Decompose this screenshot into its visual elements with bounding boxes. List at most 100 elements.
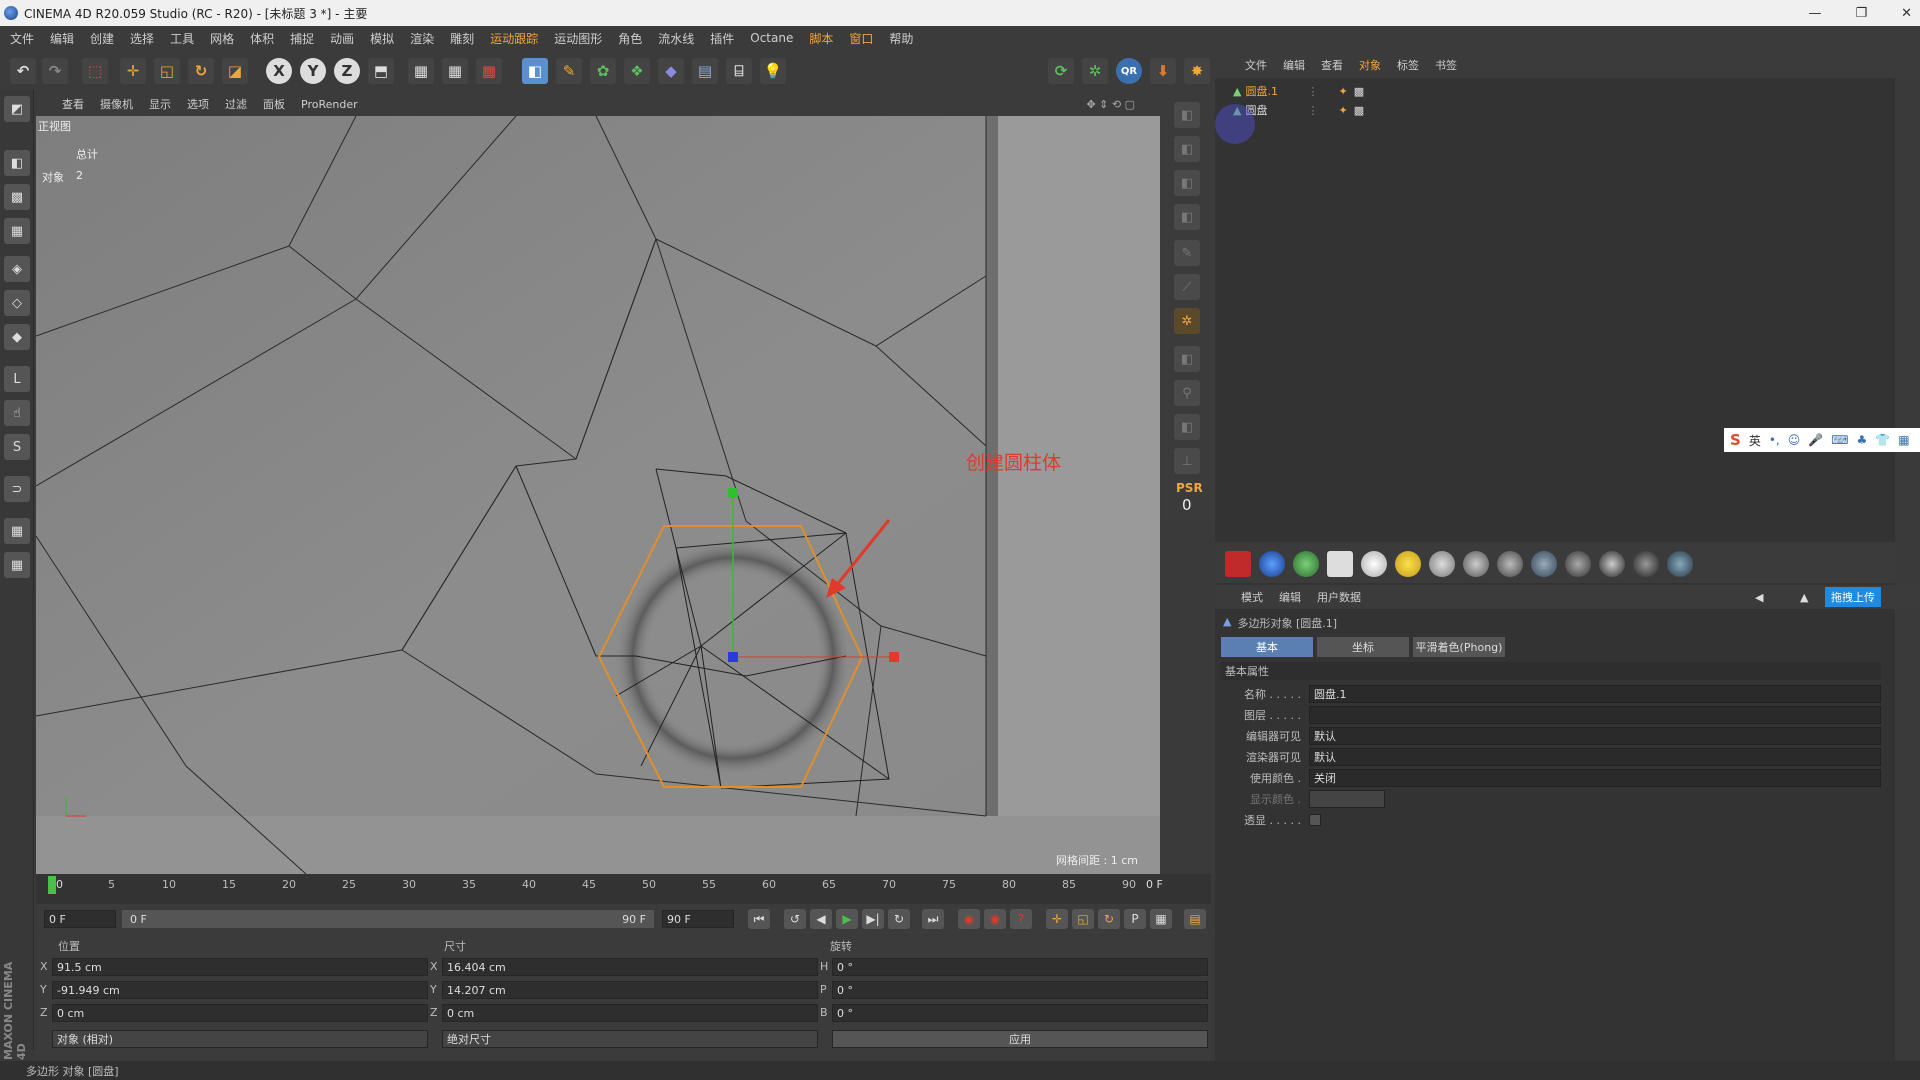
octane-target-icon[interactable] <box>1361 551 1387 577</box>
maximize-button[interactable]: ❐ <box>1855 6 1867 21</box>
magnet-icon[interactable]: ⊃ <box>4 476 30 502</box>
viewport-nav-icons[interactable]: ✥ ⇕ ⟲ ▢ <box>1086 98 1135 111</box>
material-metal-icon[interactable] <box>1531 551 1557 577</box>
attr-menu-userdata[interactable]: 用户数据 <box>1317 589 1361 605</box>
back-arrow-icon[interactable]: ◀ <box>1755 591 1763 604</box>
om-menu-view[interactable]: 查看 <box>1321 57 1343 73</box>
key-position-icon[interactable]: ✛ <box>1046 909 1068 929</box>
rotation-b-field[interactable]: 0 ° <box>832 1004 1208 1022</box>
size-y-field[interactable]: 14.207 cm <box>442 981 818 999</box>
menu-render[interactable]: 渲染 <box>410 30 434 47</box>
om-menu-edit[interactable]: 编辑 <box>1283 57 1305 73</box>
download-icon[interactable]: ⬇ <box>1150 58 1176 84</box>
next-key-icon[interactable]: ▶| <box>862 909 884 929</box>
menu-plugins[interactable]: 插件 <box>710 30 734 47</box>
texture-mode-icon[interactable]: ▩ <box>4 184 30 210</box>
model-mode-icon[interactable]: ◧ <box>4 150 30 176</box>
xray-checkbox[interactable] <box>1309 814 1321 826</box>
menu-simulate[interactable]: 模拟 <box>370 30 394 47</box>
menu-tools[interactable]: 工具 <box>170 30 194 47</box>
axis-mode-icon[interactable]: L <box>4 366 30 392</box>
menu-edit[interactable]: 编辑 <box>50 30 74 47</box>
go-to-start-icon[interactable]: ⏮ <box>748 909 770 929</box>
start-frame-field[interactable]: 0 F <box>44 910 116 928</box>
material-tag-icon[interactable]: ▩ <box>1354 104 1364 117</box>
editor-visible-select[interactable]: 默认 <box>1309 727 1881 745</box>
tweak-mode-icon[interactable]: ☝ <box>4 400 30 426</box>
key-parameter-icon[interactable]: P <box>1124 909 1146 929</box>
upload-button[interactable]: 拖拽上传 <box>1825 587 1881 607</box>
palette-brush-icon[interactable]: ✎ <box>1174 240 1200 266</box>
material-tag-icon[interactable]: ▩ <box>1354 85 1364 98</box>
apply-button[interactable]: 应用 <box>832 1030 1208 1048</box>
material-glossy-icon[interactable] <box>1463 551 1489 577</box>
visibility-dots-icon[interactable]: ⋮ <box>1307 85 1318 98</box>
material-universal-icon[interactable] <box>1667 551 1693 577</box>
ime-mic-icon[interactable]: 🎤 <box>1808 433 1823 447</box>
material-toon-icon[interactable] <box>1565 551 1591 577</box>
menu-help[interactable]: 帮助 <box>889 30 913 47</box>
sogou-icon[interactable]: S <box>1730 431 1741 449</box>
viewport-menu-filter[interactable]: 过滤 <box>225 96 247 112</box>
keyframe-selection-icon[interactable]: ? <box>1010 909 1032 929</box>
size-mode-select[interactable]: 绝对尺寸 <box>442 1030 818 1048</box>
end-frame-field[interactable]: 90 F <box>662 910 734 928</box>
object-mode-select[interactable]: 对象 (相对) <box>52 1030 428 1048</box>
viewport-menu-prorender[interactable]: ProRender <box>301 98 358 111</box>
ime-language[interactable]: 英 <box>1749 432 1761 449</box>
menu-script[interactable]: 脚本 <box>809 30 833 47</box>
size-z-field[interactable]: 0 cm <box>442 1004 818 1022</box>
viewport[interactable]: 正视图 总计 对象 2 创建圆柱体 网格间距 : 1 cm <box>36 116 1160 874</box>
viewport-menu-view[interactable]: 查看 <box>62 96 84 112</box>
key-pla-icon[interactable]: ▦ <box>1150 909 1172 929</box>
size-x-field[interactable]: 16.404 cm <box>442 958 818 976</box>
auto-key-icon[interactable]: ◉ <box>984 909 1006 929</box>
deformer-icon[interactable]: ◆ <box>658 58 684 84</box>
palette-cube-icon[interactable]: ◧ <box>1174 102 1200 128</box>
menu-octane[interactable]: Octane <box>750 31 793 45</box>
menu-snap[interactable]: 捕捉 <box>290 30 314 47</box>
position-y-field[interactable]: -91.949 cm <box>52 981 428 999</box>
phong-tag-icon[interactable]: ✦ <box>1338 104 1347 117</box>
z-axis-icon[interactable]: Z <box>334 58 360 84</box>
octane-settings-icon[interactable]: ✲ <box>1082 58 1108 84</box>
cube-icon[interactable]: ◧ <box>522 58 548 84</box>
menu-pipeline[interactable]: 流水线 <box>658 30 694 47</box>
viewport-menu-display[interactable]: 显示 <box>149 96 171 112</box>
octane-env-icon[interactable] <box>1259 551 1285 577</box>
om-menu-bookmarks[interactable]: 书签 <box>1435 57 1457 73</box>
subdivision-icon[interactable]: ✿ <box>590 58 616 84</box>
minimize-button[interactable]: — <box>1808 6 1821 21</box>
y-axis-icon[interactable]: Y <box>300 58 326 84</box>
floor-icon[interactable]: ▤ <box>692 58 718 84</box>
menu-mesh[interactable]: 网格 <box>210 30 234 47</box>
viewport-menu-cameras[interactable]: 摄像机 <box>100 96 133 112</box>
attr-menu-mode[interactable]: 模式 <box>1241 589 1263 605</box>
use-color-select[interactable]: 关闭 <box>1309 769 1881 787</box>
prev-key-icon[interactable]: ◀ <box>810 909 832 929</box>
key-scale-icon[interactable]: ◱ <box>1072 909 1094 929</box>
object-row[interactable]: ▲ 圆盘.1 ⋮ ✦ ▩ <box>1233 82 1364 100</box>
grid-icon[interactable]: ▦ <box>4 518 30 544</box>
playhead[interactable] <box>48 876 56 894</box>
key-rotation-icon[interactable]: ↻ <box>1098 909 1120 929</box>
palette-cube-icon[interactable]: ◧ <box>1174 346 1200 372</box>
material-portal-icon[interactable] <box>1633 551 1659 577</box>
menu-mograph[interactable]: 运动图形 <box>554 30 602 47</box>
palette-joint-icon[interactable]: ⚲ <box>1174 380 1200 406</box>
ime-emoji-icon[interactable]: ☺ <box>1788 433 1801 447</box>
pointer-icon[interactable]: ▲ <box>1800 591 1808 604</box>
octane-camera-icon[interactable] <box>1225 551 1251 577</box>
rotation-h-field[interactable]: 0 ° <box>832 958 1208 976</box>
timeline-window-icon[interactable]: ▤ <box>1184 909 1206 929</box>
material-specular-icon[interactable] <box>1497 551 1523 577</box>
loop-forward-icon[interactable]: ↻ <box>888 909 910 929</box>
menu-file[interactable]: 文件 <box>10 30 34 47</box>
move-tool-icon[interactable]: ✛ <box>120 58 146 84</box>
redo-icon[interactable]: ↷ <box>42 58 68 84</box>
palette-knife-icon[interactable]: ⟋ <box>1174 274 1200 300</box>
cloner-icon[interactable]: ❖ <box>624 58 650 84</box>
select-tool-icon[interactable]: ⬚ <box>82 58 108 84</box>
octane-arealight-icon[interactable] <box>1327 551 1353 577</box>
menu-create[interactable]: 创建 <box>90 30 114 47</box>
